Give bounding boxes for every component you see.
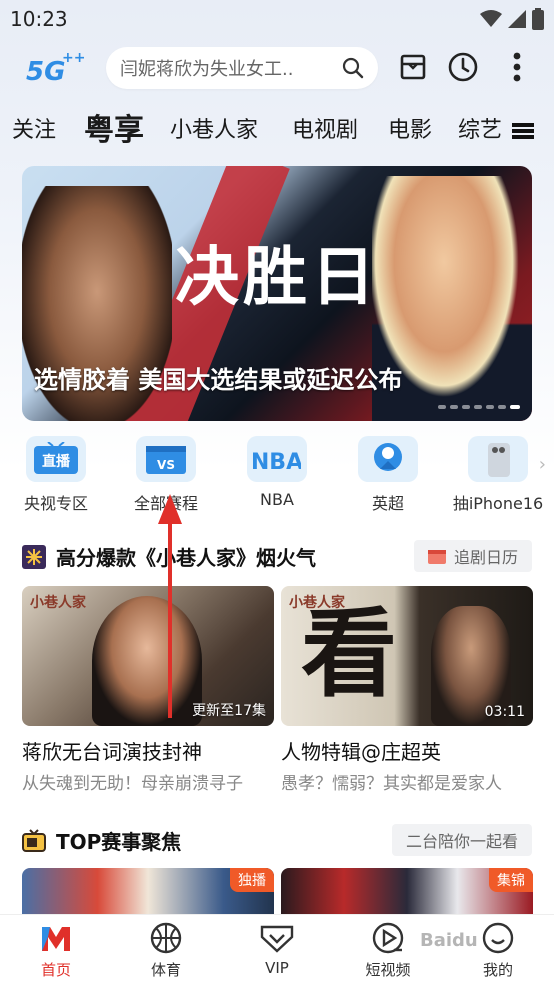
quick-label: 英超 <box>371 494 404 513</box>
tab-tv-series[interactable]: 电视剧 <box>292 108 358 154</box>
phone-gift-icon <box>468 436 528 482</box>
status-time: 10:23 <box>10 7 68 31</box>
section-title: TOP赛事聚焦 <box>56 830 182 854</box>
video-thumbnail[interactable]: 小巷人家 更新至17集 <box>22 586 274 726</box>
video-subtitle: 从失魂到无助！母亲崩溃寻子 <box>22 774 243 794</box>
nav-short-video[interactable]: 短视频 <box>348 921 428 980</box>
tab-xiaoxiangrenjia[interactable]: 小巷人家 <box>170 108 258 154</box>
banner-caption: 选情胶着 美国大选结果或延迟公布 <box>34 366 403 394</box>
history-button[interactable] <box>446 50 480 84</box>
status-icons <box>480 8 544 30</box>
video-card[interactable]: 小巷人家 更新至17集 蒋欣无台词演技封神 从失魂到无助！母亲崩溃寻子 <box>22 586 274 794</box>
annotation-arrow-icon <box>158 494 182 718</box>
schedule-calendar-icon: VS <box>136 436 196 482</box>
show-stamp: 小巷人家 <box>289 595 345 611</box>
profile-icon <box>481 921 515 955</box>
play-circle-icon <box>371 921 405 955</box>
event-thumbnail[interactable]: 独播 <box>22 868 274 918</box>
chevron-right-icon[interactable]: › <box>539 454 546 475</box>
quick-item-nba[interactable]: NBA NBA <box>227 436 327 509</box>
video-card[interactable]: 看 小巷人家 03:11 人物特辑@庄超英 愚孝？懦弱？其实都是爱家人 <box>281 586 533 794</box>
clock-icon <box>448 52 478 82</box>
nba-icon: NBA <box>247 436 307 482</box>
tab-follow[interactable]: 关注 <box>12 108 56 154</box>
quick-label: 抽iPhone16 <box>452 494 544 513</box>
section-header-xiaoxiang: 高分爆款《小巷人家》烟火气 追剧日历 <box>22 540 532 574</box>
show-stamp: 小巷人家 <box>30 595 86 611</box>
search-input[interactable]: 闫妮蒋欣为失业女工.. <box>120 55 340 81</box>
watermark-logo: Baidu <box>420 930 478 951</box>
more-menu-button[interactable] <box>500 50 534 84</box>
quick-item-premier-league[interactable]: 英超 <box>338 436 438 514</box>
drama-calendar-label: 追剧日历 <box>453 548 518 567</box>
message-button[interactable] <box>396 50 430 84</box>
exclusive-tag: 独播 <box>230 868 274 892</box>
hero-banner[interactable]: 决胜日 选情胶着 美国大选结果或延迟公布 <box>22 166 532 421</box>
nav-label: 首页 <box>40 961 71 979</box>
nav-home[interactable]: 首页 <box>16 921 96 980</box>
svg-text:++: ++ <box>62 50 84 66</box>
video-thumbnail[interactable]: 看 小巷人家 03:11 <box>281 586 533 726</box>
svg-text:直播: 直播 <box>42 453 71 470</box>
video-title: 人物特辑@庄超英 <box>281 740 441 764</box>
quick-item-cctv[interactable]: 直播 央视专区 <box>6 436 106 514</box>
quick-label: NBA <box>260 490 294 509</box>
duration-badge: 03:11 <box>484 704 525 720</box>
more-vertical-icon <box>513 52 521 82</box>
premier-league-lion-icon <box>358 436 418 482</box>
nav-label: 体育 <box>150 961 181 979</box>
drama-calendar-button[interactable]: 追剧日历 <box>413 540 532 572</box>
vip-diamond-icon <box>260 921 294 955</box>
wifi-icon <box>480 10 502 27</box>
quick-label: 央视专区 <box>23 494 88 513</box>
battery-icon <box>532 8 544 30</box>
svg-text:VS: VS <box>157 458 175 472</box>
episode-badge: 更新至17集 <box>192 703 266 719</box>
5g-logo-icon[interactable]: 5G ++ <box>24 48 84 88</box>
calendar-icon <box>427 550 446 564</box>
event-thumbnail[interactable]: 集锦 <box>281 868 533 918</box>
highlights-tag: 集锦 <box>489 868 533 892</box>
live-tv-icon: 直播 <box>26 436 86 482</box>
tv-icon <box>22 829 46 852</box>
search-bar[interactable]: 闫妮蒋欣为失业女工.. <box>106 47 378 89</box>
video-title: 蒋欣无台词演技封神 <box>22 740 202 764</box>
status-bar: 10:23 <box>0 0 554 38</box>
app-header: 5G ++ 闫妮蒋欣为失业女工.. <box>0 44 554 92</box>
inbox-icon <box>400 54 426 80</box>
home-logo-icon <box>39 921 73 955</box>
nav-label: 短视频 <box>365 961 411 979</box>
watch-together-label: 二台陪你一起看 <box>405 832 518 851</box>
watch-together-button[interactable]: 二台陪你一起看 <box>391 824 532 856</box>
signal-icon <box>508 10 526 28</box>
search-icon[interactable] <box>342 57 364 79</box>
quick-item-iphone-lottery[interactable]: 抽iPhone16 <box>448 436 548 514</box>
channel-menu-icon[interactable] <box>512 122 534 140</box>
section-header-top-events: TOP赛事聚焦 二台陪你一起看 <box>22 824 532 858</box>
video-subtitle: 愚孝？懦弱？其实都是爱家人 <box>281 774 502 794</box>
svg-text:5G: 5G <box>26 57 65 87</box>
banner-pagination <box>438 405 520 409</box>
basketball-icon <box>149 921 183 955</box>
svg-text:NBA: NBA <box>253 450 301 475</box>
tab-yuexiang[interactable]: 粤享 <box>84 108 144 154</box>
tab-variety[interactable]: 综艺 <box>458 108 502 154</box>
banner-title: 决胜日 <box>175 241 379 315</box>
category-tabs: 关注 粤享 小巷人家 电视剧 电影 综艺 <box>0 108 554 154</box>
fireworks-icon <box>22 545 46 569</box>
nav-sports[interactable]: 体育 <box>126 921 206 980</box>
nav-vip[interactable]: VIP <box>237 921 317 977</box>
nav-label: 我的 <box>482 961 513 979</box>
tab-movies[interactable]: 电影 <box>388 108 432 154</box>
nav-label: VIP <box>265 959 289 977</box>
quick-access-row: 直播 央视专区 VS 全部赛程 NBA NBA 英超 抽iPhone16 › <box>0 436 554 516</box>
